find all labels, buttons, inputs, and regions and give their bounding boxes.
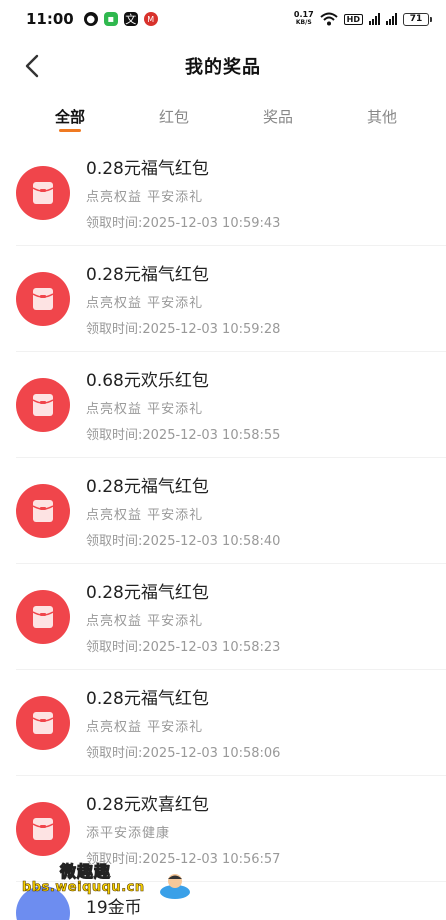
- tab-label: 其他: [366, 107, 397, 126]
- tab-other[interactable]: 其他: [330, 94, 434, 138]
- watermark: 微趣趣 bbs.weiququ.cn: [22, 858, 202, 908]
- prize-name: 0.28元福气红包: [86, 477, 209, 497]
- red-envelope-icon: [16, 589, 70, 644]
- message-icon: ▪: [103, 12, 118, 26]
- watermark-url: bbs.weiququ.cn: [22, 880, 145, 896]
- prize-desc: 点亮权益 平安添礼: [86, 190, 204, 205]
- net-speed-unit: KB/S: [295, 19, 312, 26]
- tab-label: 奖品: [262, 107, 293, 126]
- net-speed-value: 0.17: [293, 10, 314, 19]
- prize-desc: 点亮权益 平安添礼: [86, 720, 204, 735]
- wifi-icon: [319, 12, 338, 26]
- tab-all[interactable]: 全部: [18, 94, 122, 138]
- watermark-logo-icon: [160, 874, 190, 899]
- battery-icon: 71: [403, 12, 432, 26]
- prize-desc: 点亮权益 平安添礼: [86, 296, 204, 311]
- prize-list: 0.28元福气红包 点亮权益 平安添礼 领取时间:2025-12-03 10:5…: [0, 140, 446, 882]
- prize-name: 0.28元福气红包: [86, 265, 209, 285]
- status-time: 11:00: [26, 10, 74, 28]
- prize-desc: 点亮权益 平安添礼: [86, 402, 204, 417]
- chevron-left-icon: [25, 54, 39, 78]
- prize-time: 领取时间:2025-12-03 10:59:28: [86, 322, 281, 337]
- prize-time: 领取时间:2025-12-03 10:58:55: [86, 428, 281, 443]
- prize-name: 0.68元欢乐红包: [86, 371, 209, 391]
- prize-desc: 点亮权益 平安添礼: [86, 614, 204, 629]
- status-app-icons: ● ▪ 文 M: [83, 12, 158, 26]
- list-item[interactable]: 0.28元福气红包 点亮权益 平安添礼 领取时间:2025-12-03 10:5…: [16, 564, 446, 670]
- prize-time: 领取时间:2025-12-03 10:58:40: [86, 534, 281, 549]
- signal-icon-2: [386, 13, 397, 25]
- page-header: 我的奖品: [0, 42, 446, 90]
- signal-icon: [369, 13, 380, 25]
- red-envelope-icon: [16, 483, 70, 538]
- translate-icon: 文: [123, 12, 138, 26]
- battery-level: 71: [403, 12, 429, 26]
- net-speed: 0.17 KB/S: [294, 11, 314, 27]
- red-envelope-icon: [16, 271, 70, 326]
- hd-badge: HD: [343, 13, 363, 25]
- tab-label: 全部: [54, 107, 85, 126]
- prize-time: 领取时间:2025-12-03 10:59:43: [86, 216, 281, 231]
- list-item[interactable]: 0.28元福气红包 点亮权益 平安添礼 领取时间:2025-12-03 10:5…: [16, 246, 446, 352]
- prize-name: 0.28元福气红包: [86, 159, 209, 179]
- tab-bar: 全部 红包 奖品 其他: [0, 94, 446, 138]
- tab-red-envelope[interactable]: 红包: [122, 94, 226, 138]
- status-bar: 11:00 ● ▪ 文 M 0.17 KB/S HD 71: [0, 0, 446, 38]
- watermark-cn: 微趣趣: [59, 862, 112, 882]
- red-envelope-icon: [16, 165, 70, 220]
- tab-active-indicator: [59, 129, 81, 132]
- back-button[interactable]: [18, 52, 46, 80]
- prize-desc: 点亮权益 平安添礼: [86, 508, 204, 523]
- red-envelope-icon: [16, 695, 70, 750]
- prize-name: 0.28元福气红包: [86, 583, 209, 603]
- prize-desc: 添平安添健康: [86, 826, 171, 841]
- tab-prizes[interactable]: 奖品: [226, 94, 330, 138]
- list-item[interactable]: 0.28元福气红包 点亮权益 平安添礼 领取时间:2025-12-03 10:5…: [16, 670, 446, 776]
- list-item[interactable]: 0.28元福气红包 点亮权益 平安添礼 领取时间:2025-12-03 10:5…: [16, 458, 446, 564]
- list-item[interactable]: 0.68元欢乐红包 点亮权益 平安添礼 领取时间:2025-12-03 10:5…: [16, 352, 446, 458]
- wechat-icon: ●: [83, 12, 98, 26]
- list-item[interactable]: 0.28元福气红包 点亮权益 平安添礼 领取时间:2025-12-03 10:5…: [16, 140, 446, 246]
- prize-time: 领取时间:2025-12-03 10:58:23: [86, 640, 281, 655]
- prize-name: 0.28元福气红包: [86, 689, 209, 709]
- prize-name: 0.28元欢喜红包: [86, 795, 209, 815]
- app-logo-icon: M: [143, 12, 158, 26]
- prize-time: 领取时间:2025-12-03 10:58:06: [86, 746, 281, 761]
- status-right: 0.17 KB/S HD 71: [294, 11, 432, 27]
- tab-label: 红包: [158, 107, 189, 126]
- red-envelope-icon: [16, 377, 70, 432]
- page-title: 我的奖品: [185, 57, 261, 78]
- red-envelope-icon: [16, 801, 70, 856]
